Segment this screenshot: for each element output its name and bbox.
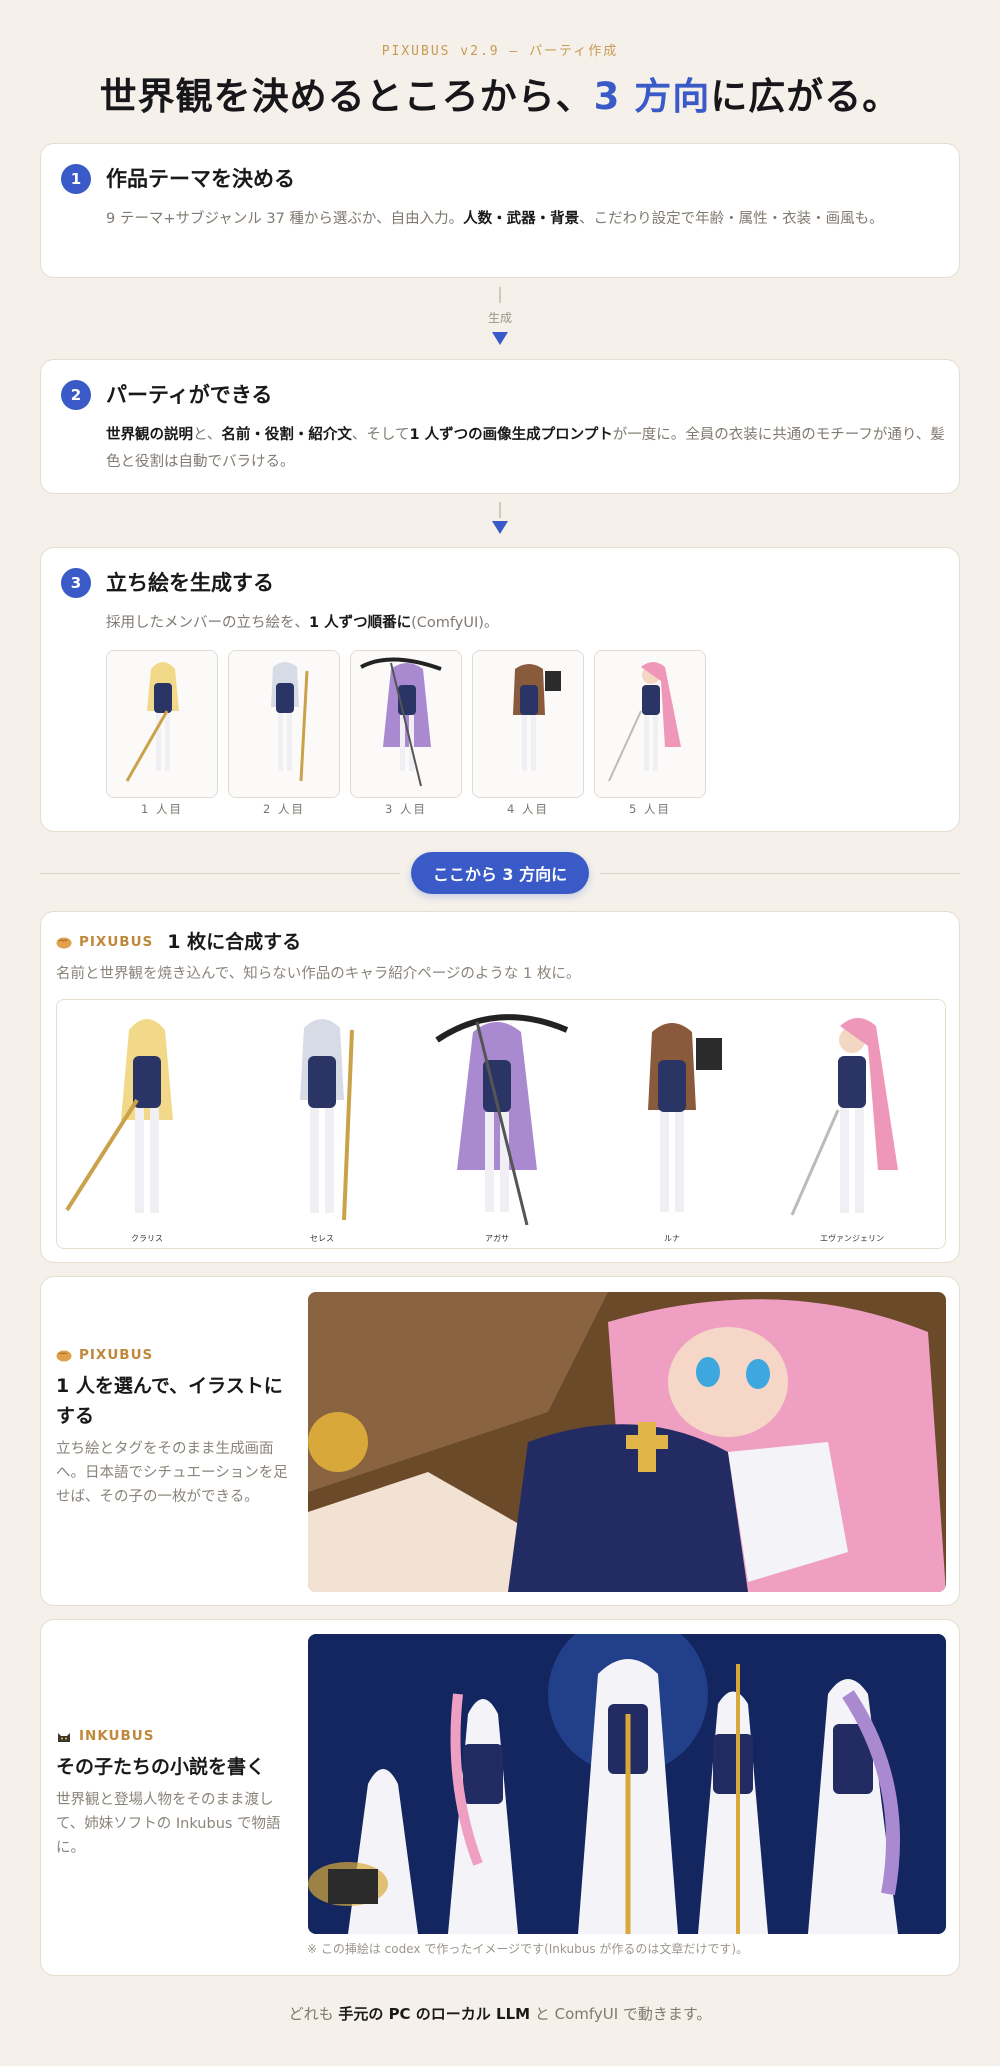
step-description: 採用したメンバーの立ち絵を、1 人ずつ順番に(ComfyUI)。	[106, 610, 936, 637]
step-description: 世界観の説明と、名前・役割・紹介文、そして1 人ずつの画像生成プロンプトが一度に…	[106, 422, 946, 476]
novel-illustration-image	[308, 1634, 946, 1934]
step-title: 立ち絵を生成する	[106, 571, 274, 595]
arrow-down-icon	[492, 332, 508, 345]
brand-label: PIXUBUS	[56, 1347, 291, 1363]
flow-connector	[492, 502, 508, 542]
branch-label-pill: ここから 3 方向に	[411, 852, 589, 894]
brand-name: INKUBUS	[79, 1728, 155, 1744]
character-thumbnail	[228, 650, 340, 798]
character-name-label: エヴァンジェリン	[820, 1234, 884, 1243]
bread-icon	[56, 937, 72, 948]
step-title: 作品テーマを決める	[106, 167, 295, 191]
option-card-composite: PIXUBUS 1 枚に合成する 名前と世界観を焼き込んで、知らない作品のキャラ…	[40, 911, 960, 1263]
step-title: パーティができる	[106, 383, 273, 407]
option-card-illustration: PIXUBUS 1 人を選んで、イラストにする 立ち絵とタグをそのまま生成画面へ…	[40, 1276, 960, 1606]
brand-name: PIXUBUS	[79, 1347, 154, 1363]
option-description: 立ち絵とタグをそのまま生成画面へ。日本語でシチュエーションを足せば、その子の一枚…	[56, 1441, 288, 1505]
step-number-badge: 3	[61, 568, 91, 598]
footer-text: と ComfyUI で動きます。	[530, 2005, 712, 2023]
thumbnail-caption: 3 人目	[385, 802, 427, 816]
step-description: 9 テーマ+サブジャンル 37 種から選ぶか、自由入力。人数・武器・背景、こだわ…	[106, 206, 936, 233]
footer-text: どれも	[288, 2005, 339, 2023]
desc-bold: 人数・武器・背景	[463, 211, 580, 227]
desc-text: 9 テーマ+サブジャンル 37 種から選ぶか、自由入力。	[106, 211, 464, 227]
title-prefix: 世界観を決めるところから、	[99, 75, 594, 118]
character-thumbnail	[594, 650, 706, 798]
option-heading: PIXUBUS 1 枚に合成する	[56, 927, 301, 957]
desc-text: 、そして	[351, 427, 410, 443]
option-description: 名前と世界観を焼き込んで、知らない作品のキャラ紹介ページのような 1 枚に。	[56, 966, 581, 982]
character-name-label: アガサ	[485, 1234, 509, 1243]
composite-lineup-image: クラリス セレス アガサ ルナ エヴァンジェリン	[56, 999, 946, 1249]
brand-name: PIXUBUS	[79, 934, 154, 950]
option-text: INKUBUS その子たちの小説を書く 世界観と登場人物をそのまま渡して、姉妹ソ…	[56, 1728, 291, 1860]
illustration-image	[308, 1292, 946, 1592]
illustration-note: ※ この挿絵は codex で作ったイメージです(Inkubus が作るのは文章…	[307, 1942, 749, 1956]
app-version-kicker: PIXUBUS v2.9 — パーティ作成	[381, 44, 619, 59]
desc-bold: 1 人ずつ順番に	[309, 615, 412, 631]
divider-right	[600, 873, 960, 874]
thumbnail-caption: 2 人目	[263, 802, 305, 816]
desc-bold: 1 人ずつの画像生成プロンプト	[409, 427, 613, 443]
thumbnail-caption: 1 人目	[141, 802, 183, 816]
title-suffix: に広がる。	[710, 75, 901, 118]
desc-bold: 世界観の説明	[106, 427, 193, 443]
step-card-party: 2 パーティができる 世界観の説明と、名前・役割・紹介文、そして1 人ずつの画像…	[40, 359, 960, 494]
footer-note: どれも 手元の PC のローカル LLM と ComfyUI で動きます。	[0, 2003, 1000, 2024]
option-title: その子たちの小説を書く	[56, 1756, 266, 1778]
title-accent: 3 方向	[593, 75, 711, 118]
arrow-down-icon	[492, 521, 508, 534]
bread-icon	[56, 1350, 72, 1361]
option-card-novel: INKUBUS その子たちの小説を書く 世界観と登場人物をそのまま渡して、姉妹ソ…	[40, 1619, 960, 1976]
desc-text: 、こだわり設定で年齢・属性・衣装・画風も。	[579, 211, 884, 227]
thumbnail-caption: 5 人目	[629, 802, 671, 816]
character-thumbnail	[350, 650, 462, 798]
footer-bold: 手元の PC のローカル LLM	[338, 2005, 531, 2023]
thumbnail-item[interactable]: 1 人目	[106, 650, 218, 817]
desc-bold: 名前・役割・紹介文	[221, 427, 352, 443]
thumbnail-caption: 4 人目	[507, 802, 549, 816]
brand-label: INKUBUS	[56, 1728, 291, 1744]
character-thumbnail	[472, 650, 584, 798]
option-title: 1 人を選んで、イラストにする	[56, 1375, 283, 1427]
divider-left	[40, 873, 400, 874]
step-card-standing-art: 3 立ち絵を生成する 採用したメンバーの立ち絵を、1 人ずつ順番に(ComfyU…	[40, 547, 960, 832]
thumbnail-item[interactable]: 3 人目	[350, 650, 462, 817]
standing-art-thumbnails: 1 人目 2 人目 3 人目 4 人目 5 人目	[106, 650, 706, 817]
page-title: 世界観を決めるところから、3 方向に広がる。	[0, 66, 1000, 120]
step-number-badge: 1	[61, 164, 91, 194]
desc-text: (ComfyUI)。	[411, 615, 499, 631]
brand-label: PIXUBUS	[56, 934, 153, 950]
character-name-label: セレス	[310, 1234, 334, 1243]
character-name-label: ルナ	[664, 1234, 680, 1243]
option-description: 世界観と登場人物をそのまま渡して、姉妹ソフトの Inkubus で物語に。	[56, 1792, 281, 1856]
thumbnail-item[interactable]: 2 人目	[228, 650, 340, 817]
connector-label: 生成	[487, 311, 512, 325]
thumbnail-item[interactable]: 4 人目	[472, 650, 584, 817]
option-text: PIXUBUS 1 人を選んで、イラストにする 立ち絵とタグをそのまま生成画面へ…	[56, 1347, 291, 1509]
desc-text: と、	[193, 427, 222, 443]
lineup-illustration	[57, 1000, 945, 1248]
option-title: 1 枚に合成する	[167, 931, 302, 953]
character-thumbnail	[106, 650, 218, 798]
character-name-label: クラリス	[131, 1234, 163, 1243]
cat-icon	[58, 1732, 70, 1742]
step-number-badge: 2	[61, 380, 91, 410]
desc-text: 採用したメンバーの立ち絵を、	[106, 615, 309, 631]
step-card-theme: 1 作品テーマを決める 9 テーマ+サブジャンル 37 種から選ぶか、自由入力。…	[40, 143, 960, 278]
thumbnail-item[interactable]: 5 人目	[594, 650, 706, 817]
